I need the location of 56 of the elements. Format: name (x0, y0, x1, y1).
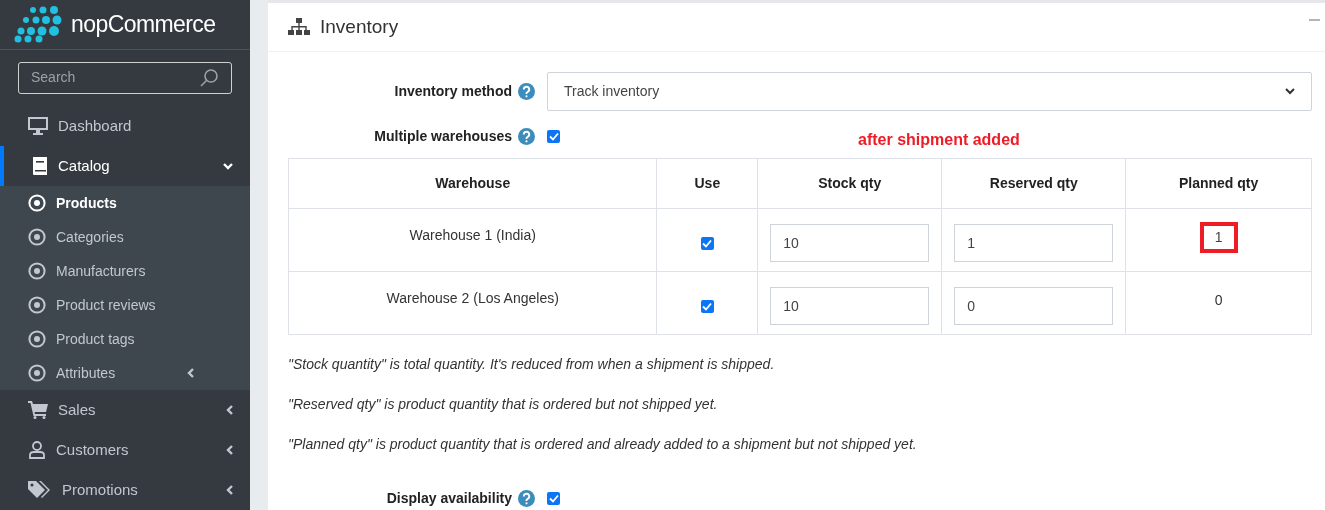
submenu-item[interactable]: Attributes (0, 356, 250, 390)
help-icon[interactable] (518, 127, 535, 145)
checkbox[interactable] (547, 129, 560, 143)
circle-dot-icon (28, 262, 46, 280)
table-cell: Warehouse 2 (Los Angeles) (288, 271, 657, 335)
logo-text: nopCommerce (71, 10, 216, 40)
sidebar-menu-item[interactable]: Promotions (0, 470, 250, 510)
search-input[interactable]: Search (31, 67, 181, 89)
checkbox[interactable] (700, 236, 714, 250)
help-note: "Reserved qty" is product quantity that is ordered but not shipped yet. (288, 395, 719, 414)
column-header: Use (656, 158, 758, 209)
checkbox[interactable] (700, 299, 714, 313)
checkbox[interactable] (547, 491, 560, 505)
help-note: "Planned qty" is product quantity that is ordered and already added to a shipment but not shipped yet. (288, 435, 918, 454)
cart-icon (28, 401, 48, 419)
sidebar-menu-item[interactable]: Sales (0, 390, 250, 430)
chevron-down-icon (1285, 88, 1295, 95)
column-header: Planned qty (1125, 158, 1312, 209)
sidebar-menu-item[interactable]: Customers (0, 430, 250, 470)
user-icon (28, 441, 46, 459)
table-cell-text: 0 (1213, 291, 1224, 310)
search-field[interactable]: Search (18, 61, 232, 94)
monitor-icon (28, 117, 48, 135)
quantity-input[interactable]: 10 (770, 287, 930, 325)
search-icon (199, 67, 219, 88)
circle-dot-icon (28, 364, 46, 382)
quantity-input[interactable]: 10 (770, 224, 930, 262)
table-cell: Warehouse 1 (India) (288, 208, 657, 272)
submenu-item[interactable]: Products (0, 186, 250, 220)
column-header: Reserved qty (941, 158, 1126, 209)
help-icon[interactable] (518, 83, 535, 100)
submenu-item[interactable]: Product reviews (0, 288, 250, 322)
quantity-input[interactable]: 0 (954, 287, 1114, 325)
submenu-item[interactable]: Manufacturers (0, 254, 250, 288)
sitemap-icon (288, 18, 310, 36)
column-header: Warehouse (288, 158, 657, 209)
submenu-item[interactable]: Product tags (0, 322, 250, 356)
help-note: "Stock quantity" is total quantity. It's reduced from when a shipment is shipped. (288, 355, 776, 374)
circle-dot-icon (28, 194, 46, 212)
book-icon (32, 157, 48, 175)
tags-icon (28, 481, 52, 499)
submenu-item[interactable]: Categories (0, 220, 250, 254)
inventory-method-select[interactable]: Track inventory (547, 72, 1312, 111)
circle-dot-icon (28, 228, 46, 246)
sidebar-menu-item[interactable]: Dashboard (0, 106, 250, 146)
quantity-input[interactable]: 1 (954, 224, 1114, 262)
table-cell: 1 (1199, 222, 1238, 253)
annotation-text: after shipment added (858, 130, 1020, 150)
field-label: Inventory method (394, 82, 512, 101)
field-label: Display availability (386, 488, 512, 508)
circle-dot-icon (28, 330, 46, 348)
circle-dot-icon (28, 296, 46, 314)
card-title: Inventory (320, 14, 399, 39)
help-icon[interactable] (518, 489, 535, 507)
column-header: Stock qty (757, 158, 942, 209)
field-label: Multiple warehouses (374, 126, 512, 146)
